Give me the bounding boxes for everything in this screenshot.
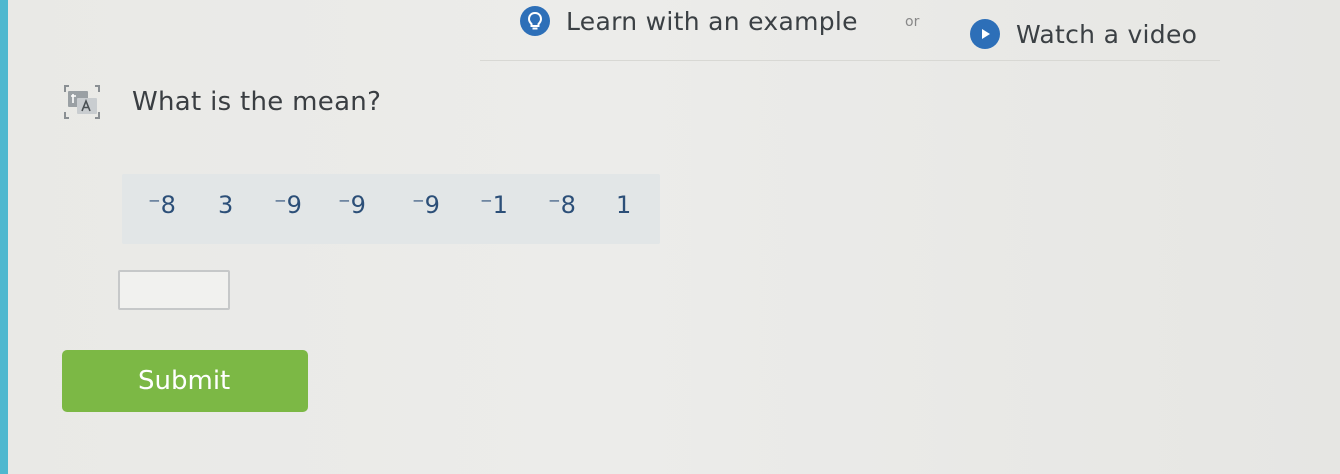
learn-with-example-link[interactable]: Learn with an example: [520, 6, 858, 36]
watch-video-label: Watch a video: [1016, 19, 1198, 49]
help-links-bar: Learn with an example or Watch a video: [0, 0, 1340, 66]
watch-video-link[interactable]: Watch a video: [970, 19, 1197, 49]
answer-input[interactable]: [118, 270, 230, 310]
left-accent-strip: [0, 0, 8, 474]
data-value: 3: [218, 191, 234, 219]
data-value: ⁻1: [480, 191, 508, 219]
question-row: What is the mean?: [60, 82, 381, 122]
question-prompt: What is the mean?: [132, 87, 382, 117]
translate-icon[interactable]: [60, 82, 104, 122]
data-value: ⁻8: [548, 191, 576, 219]
data-value: 1: [616, 191, 632, 219]
data-values-box: ⁻8 3 ⁻9 ⁻9 ⁻9 ⁻1 ⁻8 1: [122, 174, 660, 244]
data-value: ⁻8: [148, 191, 176, 219]
learn-with-example-label: Learn with an example: [566, 6, 858, 36]
data-value: ⁻9: [338, 191, 366, 219]
lightbulb-icon: [520, 6, 550, 36]
or-separator: or: [905, 14, 920, 30]
data-value: ⁻9: [412, 191, 440, 219]
play-icon: [970, 19, 1000, 49]
data-value: ⁻9: [274, 191, 302, 219]
header-divider: [480, 60, 1220, 61]
submit-button[interactable]: Submit: [62, 350, 308, 412]
